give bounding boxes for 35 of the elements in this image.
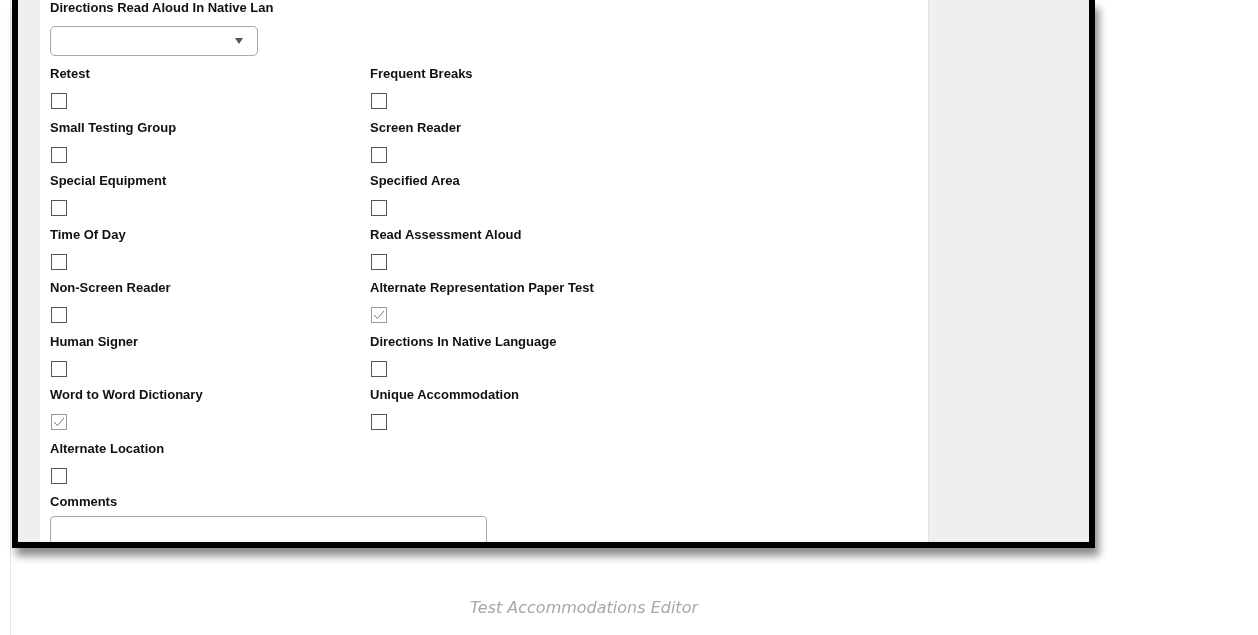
caret-icon: [235, 38, 243, 44]
checkbox[interactable]: [51, 146, 67, 163]
checkbox-label: Time Of Day: [50, 226, 127, 243]
checkbox-label: Alternate Location: [50, 440, 166, 457]
checkbox[interactable]: [51, 414, 67, 430]
checkbox[interactable]: [371, 307, 387, 323]
checkbox[interactable]: [51, 93, 67, 109]
checkbox[interactable]: [371, 414, 387, 430]
checkbox-label: Frequent Breaks: [370, 66, 474, 82]
checkbox-label: Screen Reader: [370, 119, 463, 136]
checkbox-label: Alternate Representation Paper Test: [370, 280, 595, 296]
dropdown-field[interactable]: [50, 26, 258, 56]
checkbox[interactable]: [371, 93, 387, 109]
field-label: Directions Read Aloud In Native Lan: [50, 0, 275, 16]
checkbox[interactable]: [371, 253, 387, 270]
checkbox[interactable]: [371, 146, 387, 163]
checkbox-label: Small Testing Group: [50, 119, 178, 136]
checkbox[interactable]: [51, 307, 67, 323]
checkbox-label: Read Assessment Aloud: [370, 226, 523, 243]
checkbox[interactable]: [51, 253, 67, 270]
checkbox[interactable]: [371, 200, 387, 216]
checkbox-label: Directions In Native Language: [370, 333, 558, 350]
figure-caption: Test Accommodations Editor: [469, 598, 700, 617]
checkbox-label: Retest: [50, 66, 91, 82]
checkbox-label: Word to Word Dictionary: [50, 387, 204, 403]
checkbox-label: Non-Screen Reader: [50, 280, 172, 296]
checkbox[interactable]: [51, 467, 67, 484]
checkbox-label: Special Equipment: [50, 173, 168, 189]
field-label: Comments: [50, 494, 119, 510]
checkbox[interactable]: [371, 360, 387, 377]
checkbox-label: Human Signer: [50, 333, 140, 350]
checkbox[interactable]: [51, 360, 67, 377]
checkbox-label: Specified Area: [370, 173, 461, 189]
checkbox-label: Unique Accommodation: [370, 387, 521, 403]
checkbox[interactable]: [51, 200, 67, 216]
